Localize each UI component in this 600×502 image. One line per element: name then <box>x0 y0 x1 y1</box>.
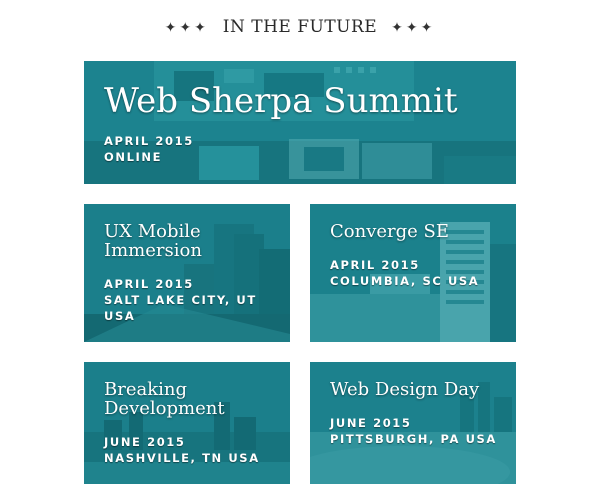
event-card-converge-se[interactable]: Converge SE APRIL 2015 COLUMBIA, SC USA <box>310 204 516 342</box>
event-card-ux-mobile-immersion[interactable]: UX Mobile Immersion APRIL 2015 SALT LAKE… <box>84 204 290 342</box>
event-location: PITTSBURGH, PA USA <box>330 432 497 446</box>
event-date: APRIL 2015 <box>104 277 194 291</box>
event-card-breaking-development[interactable]: Breaking Development JUNE 2015 NASHVILLE… <box>84 362 290 484</box>
event-title: UX Mobile Immersion <box>104 221 202 261</box>
stars-left-icon: ✦✦✦ <box>164 20 209 36</box>
event-title: Converge SE <box>330 221 449 242</box>
event-date: APRIL 2015 <box>104 134 194 148</box>
event-title: Web Sherpa Summit <box>104 81 458 121</box>
event-card-web-design-day[interactable]: Web Design Day JUNE 2015 PITTSBURGH, PA … <box>310 362 516 484</box>
event-card-web-sherpa-summit[interactable]: Web Sherpa Summit APRIL 2015 ONLINE <box>84 61 516 184</box>
event-location: NASHVILLE, TN USA <box>104 451 260 465</box>
event-date: JUNE 2015 <box>104 435 186 449</box>
event-title: Web Design Day <box>330 379 480 400</box>
event-location: SALT LAKE CITY, UT USA <box>104 293 257 323</box>
event-date: JUNE 2015 <box>330 416 412 430</box>
stars-right-icon: ✦✦✦ <box>391 20 436 36</box>
event-location: ONLINE <box>104 150 163 164</box>
section-title: IN THE FUTURE <box>222 17 378 37</box>
event-date: APRIL 2015 <box>330 258 420 272</box>
event-title: Breaking Development <box>104 379 225 419</box>
section-heading: ✦✦✦ IN THE FUTURE ✦✦✦ <box>0 17 600 37</box>
event-location: COLUMBIA, SC USA <box>330 274 480 288</box>
